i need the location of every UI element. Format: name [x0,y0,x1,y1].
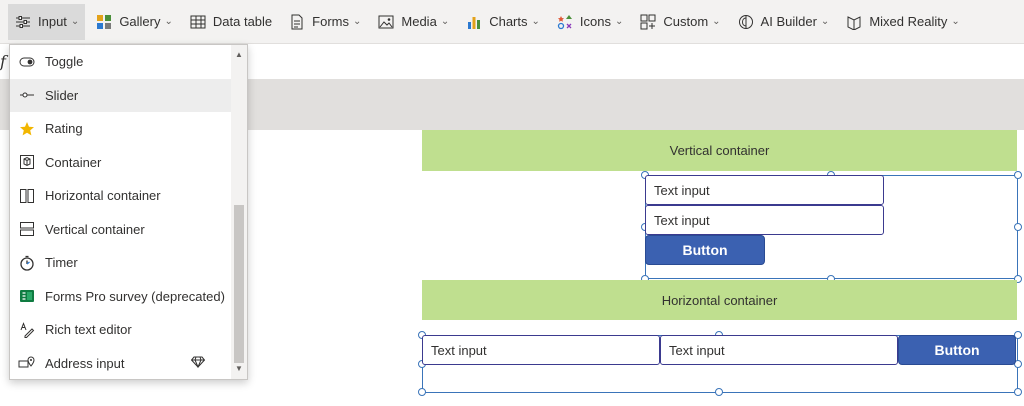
ribbon-data-table-button[interactable]: Data table [183,4,278,40]
ribbon-mixed-reality-label: Mixed Reality [869,14,948,29]
menu-item-label: Slider [45,87,79,103]
chevron-down-icon: ⌄ [951,16,960,27]
gallery-icon [95,13,113,31]
horizontal-container-icon [18,187,36,205]
ribbon-media-button[interactable]: Media ⌄ [371,4,455,40]
menu-item-timer[interactable]: Timer [10,246,231,280]
ribbon-forms-label: Forms [312,14,349,29]
resize-handle[interactable] [1014,388,1022,396]
vertical-button[interactable]: Button [645,235,765,265]
ribbon-data-table-label: Data table [212,14,273,29]
menu-item-label: Forms Pro survey (deprecated) [45,288,225,304]
ribbon-gallery-label: Gallery [119,14,161,29]
resize-handle[interactable] [1014,223,1022,231]
forms-icon [288,13,306,31]
menu-item-horizontal-container[interactable]: Horizontal container [10,179,231,213]
ribbon-input-label: Input [38,14,67,29]
toggle-icon [18,53,36,71]
ribbon-custom-label: Custom [663,14,709,29]
dropdown-scrollbar[interactable]: ▲ ▼ [231,45,247,379]
chevron-down-icon: ⌄ [614,16,624,27]
horizontal-text-input-1[interactable]: Text input [422,335,660,365]
vertical-container-icon [18,220,36,238]
table-icon [189,13,207,31]
insert-ribbon: Input ⌄ Gallery ⌄ Data table Forms ⌄ Med… [0,0,1024,44]
menu-item-label: Address input [45,355,125,371]
ribbon-input-button[interactable]: Input ⌄ [8,3,86,40]
menu-item-vertical-container[interactable]: Vertical container [10,213,231,247]
resize-handle[interactable] [418,388,426,396]
chevron-down-icon: ⌄ [820,16,830,27]
resize-handle[interactable] [715,388,723,396]
input-dropdown-menu: Toggle Slider Rating Container Horizonta… [9,44,248,380]
ribbon-media-label: Media [401,14,437,29]
menu-item-container[interactable]: Container [10,146,231,180]
ribbon-mixed-reality-button[interactable]: Mixed Reality ⌄ [839,4,965,40]
slider-icon [18,86,36,104]
media-icon [377,13,395,31]
menu-item-label: Container [45,154,102,170]
ribbon-ai-builder-button[interactable]: AI Builder ⌄ [731,4,836,40]
timer-icon [18,254,36,272]
dropdown-list: Toggle Slider Rating Container Horizonta… [10,45,231,380]
ribbon-icons-label: Icons [579,14,611,29]
ribbon-forms-button[interactable]: Forms ⌄ [282,4,367,40]
input-icon [14,13,32,31]
menu-item-label: Timer [45,255,78,271]
horizontal-text-input-2[interactable]: Text input [660,335,898,365]
scroll-thumb[interactable] [234,205,244,363]
ribbon-icons-button[interactable]: Icons ⌄ [550,4,629,40]
ai-builder-icon [737,13,755,31]
scroll-down-arrow-icon[interactable]: ▼ [231,361,247,377]
menu-item-slider[interactable]: Slider [10,78,231,112]
menu-item-rich-text-editor[interactable]: Rich text editor [10,313,231,347]
menu-item-toggle[interactable]: Toggle [10,45,231,79]
scroll-up-arrow-icon[interactable]: ▲ [231,47,247,63]
chevron-down-icon: ⌄ [531,16,540,27]
icons-icon [556,13,574,31]
menu-item-label: Rich text editor [45,322,132,338]
custom-icon [639,13,657,31]
chevron-down-icon: ⌄ [70,16,80,27]
rich-text-icon [18,321,36,339]
address-input-icon [18,354,36,372]
chevron-down-icon: ⌄ [353,16,362,27]
horizontal-container-label[interactable]: Horizontal container [422,280,1017,320]
vertical-container-label[interactable]: Vertical container [422,130,1017,171]
menu-item-label: Horizontal container [45,188,161,204]
chevron-down-icon: ⌄ [164,16,173,27]
resize-handle[interactable] [1014,171,1022,179]
menu-item-address-input[interactable]: Address input [10,347,231,381]
ribbon-charts-label: Charts [489,14,528,29]
menu-item-forms-pro-survey[interactable]: Forms Pro survey (deprecated) [10,280,231,314]
charts-icon [465,13,483,31]
chevron-down-icon: ⌄ [712,16,721,27]
vertical-text-input-1[interactable]: Text input [645,175,884,205]
chevron-down-icon: ⌄ [440,16,450,27]
premium-diamond-icon [190,356,206,371]
ribbon-ai-builder-label: AI Builder [760,14,817,29]
ribbon-gallery-button[interactable]: Gallery ⌄ [89,4,179,40]
menu-item-label: Toggle [45,54,84,70]
ribbon-charts-button[interactable]: Charts ⌄ [459,4,546,40]
forms-pro-icon [18,287,36,305]
mixed-reality-icon [845,13,863,31]
menu-item-label: Rating [45,121,83,137]
horizontal-button[interactable]: Button [898,335,1016,365]
fx-label: f [0,52,6,71]
vertical-text-input-2[interactable]: Text input [645,205,884,235]
ribbon-custom-button[interactable]: Custom ⌄ [633,4,726,40]
menu-item-label: Vertical container [45,221,145,237]
star-icon [18,120,36,138]
container-icon [18,153,36,171]
menu-item-rating[interactable]: Rating [10,112,231,146]
